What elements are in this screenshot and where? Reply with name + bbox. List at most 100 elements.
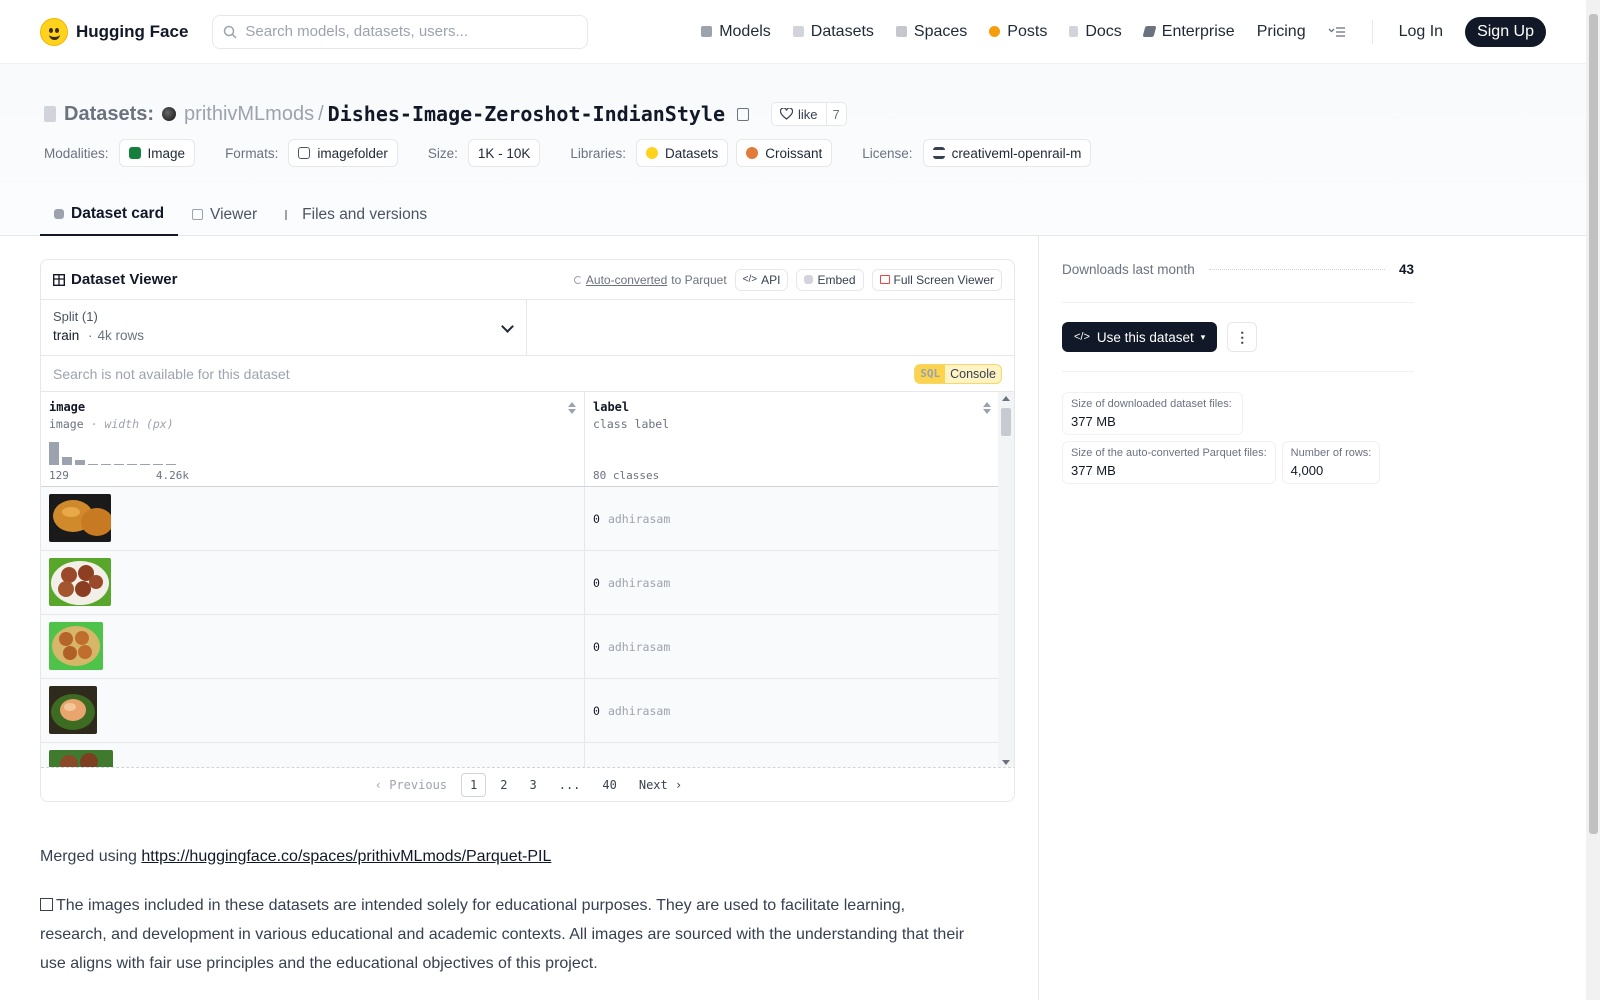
nav-spaces[interactable]: Spaces — [895, 23, 967, 41]
tab-dataset-card[interactable]: Dataset card — [40, 193, 179, 236]
brand-link[interactable]: Hugging Face — [40, 17, 188, 46]
stat-value: 377 MB — [1071, 414, 1116, 429]
auto-converted-note[interactable]: Auto-converted to Parquet — [573, 273, 727, 287]
page-1-button[interactable]: 1 — [461, 772, 487, 797]
page-scroll-thumb[interactable] — [1589, 14, 1598, 834]
nav-pricing[interactable]: Pricing — [1257, 23, 1306, 41]
croissant-icon — [746, 147, 759, 159]
page-40-button[interactable]: 40 — [594, 774, 624, 796]
search-box[interactable] — [212, 14, 589, 49]
search-input[interactable] — [245, 23, 566, 40]
table-scrollbar[interactable] — [998, 392, 1014, 769]
like-label: like — [798, 106, 818, 122]
image-icon — [128, 147, 141, 159]
fullscreen-icon — [879, 275, 890, 284]
histogram-max: 4.26k — [155, 469, 189, 482]
tag-image[interactable]: Image — [118, 139, 196, 167]
dataset-viewer: Dataset Viewer Auto-converted to Parquet … — [40, 259, 1015, 802]
table-row[interactable]: 0 adhirasam — [41, 551, 999, 615]
use-dataset-button[interactable]: </> Use this dataset ▾ — [1062, 322, 1218, 352]
api-button[interactable]: </> API — [734, 268, 789, 291]
more-options-button[interactable]: ⋮ — [1227, 322, 1258, 352]
tab-label: Files and versions — [302, 205, 428, 223]
table-row[interactable]: 0 adhirasam — [41, 615, 999, 679]
nav-label: Posts — [1007, 22, 1048, 40]
table-row[interactable]: 0 adhirasam — [41, 679, 999, 743]
dataset-tabs: Dataset card Viewer Files and versions — [40, 193, 441, 236]
stat-key: Size of downloaded dataset files: — [1071, 398, 1232, 410]
copy-icon[interactable] — [737, 107, 750, 121]
dataset-name[interactable]: Dishes-Image-Zeroshot-IndianStyle — [328, 102, 725, 126]
split-selector[interactable]: Split (1) train · 4k rows — [41, 300, 527, 355]
stat-key: Number of rows: — [1290, 447, 1372, 459]
parquet-pil-link[interactable]: https://huggingface.co/spaces/prithivMLm… — [141, 848, 551, 865]
width-histogram[interactable] — [49, 440, 176, 465]
table-row-partial[interactable] — [41, 743, 999, 769]
food-thumbnail[interactable] — [49, 622, 103, 670]
nav-posts[interactable]: Posts — [989, 23, 1047, 41]
page-ellipsis: ... — [558, 777, 581, 792]
histogram-bar[interactable] — [153, 464, 163, 465]
sql-console-button[interactable]: SQL Console — [914, 363, 1002, 384]
histogram-bar[interactable] — [166, 464, 176, 465]
tag-croissant[interactable]: Croissant — [736, 139, 833, 167]
more-menu-button[interactable] — [1328, 26, 1346, 38]
embed-label: Embed — [817, 272, 856, 287]
histogram-bar[interactable] — [49, 442, 59, 465]
prev-page-button[interactable]: ‹ Previous — [367, 774, 455, 796]
food-thumbnail[interactable] — [49, 558, 111, 606]
next-page-button[interactable]: Next › — [631, 774, 690, 796]
page-scrollbar[interactable] — [1586, 0, 1600, 1000]
tab-files[interactable]: Files and versions — [271, 193, 441, 236]
nav-datasets[interactable]: Datasets — [792, 22, 874, 41]
histogram-bar[interactable] — [114, 464, 124, 465]
class-count: 80 classes — [593, 469, 660, 482]
signup-button[interactable]: Sign Up — [1465, 16, 1546, 47]
tag-imagefolder[interactable]: imagefolder — [288, 139, 398, 167]
sort-icon[interactable] — [568, 402, 576, 414]
disclaimer-paragraph: The images included in these datasets ar… — [40, 891, 970, 978]
sort-icon[interactable] — [983, 402, 991, 414]
embed-button[interactable]: Embed — [796, 268, 864, 291]
scroll-up-icon[interactable] — [1002, 396, 1010, 401]
label-cell: 0 adhirasam — [585, 551, 999, 614]
histogram-bar[interactable] — [101, 464, 111, 465]
nav-models[interactable]: Models — [701, 23, 771, 41]
search-unavailable-text: Search is not available for this dataset — [53, 365, 290, 382]
scroll-thumb[interactable] — [1001, 408, 1011, 436]
downloads-count: 43 — [1398, 261, 1414, 277]
owner-avatar[interactable] — [162, 107, 177, 121]
tag-license[interactable]: creativeml-openrail-m — [922, 139, 1092, 167]
page-2-button[interactable]: 2 — [492, 774, 515, 796]
fullscreen-button[interactable]: Full Screen Viewer — [871, 268, 1002, 291]
owner-link[interactable]: prithivMLmods — [184, 103, 314, 126]
histogram-bar[interactable] — [127, 464, 137, 465]
tab-viewer[interactable]: Viewer — [178, 193, 271, 236]
next-label: Next — [638, 777, 668, 792]
bank-icon — [932, 147, 945, 159]
food-thumbnail[interactable] — [49, 686, 97, 734]
nav-enterprise[interactable]: Enterprise — [1142, 23, 1235, 41]
table-row[interactable]: 0 adhirasam — [41, 487, 999, 551]
nav-docs[interactable]: Docs — [1069, 23, 1122, 41]
tag-datasets-lib[interactable]: Datasets — [635, 139, 729, 167]
nav-label: Datasets — [810, 22, 874, 40]
nav-menu: Models Datasets Spaces Posts Docs Enterp… — [701, 16, 1546, 47]
scroll-down-icon[interactable] — [1002, 760, 1010, 765]
histogram-bar[interactable] — [75, 460, 85, 465]
histogram-bar[interactable] — [62, 457, 72, 465]
login-link[interactable]: Log In — [1399, 23, 1443, 41]
histogram-bar[interactable] — [140, 464, 150, 465]
column-header-image[interactable]: image image · width (px) 129 4.26k — [41, 392, 585, 486]
like-count: 7 — [832, 106, 840, 122]
page-3-button[interactable]: 3 — [521, 774, 544, 796]
tag-size[interactable]: 1K - 10K — [467, 139, 541, 167]
like-button[interactable]: like 7 — [771, 102, 847, 126]
column-header-label[interactable]: label class label 80 classes — [585, 392, 999, 486]
histogram-bar[interactable] — [88, 464, 98, 465]
formats-label: Formats: — [225, 145, 279, 161]
stat-parquet-size: Size of the auto-converted Parquet files… — [1062, 441, 1276, 484]
food-thumbnail[interactable] — [49, 494, 111, 542]
auto-converted-link[interactable]: Auto-converted — [586, 273, 667, 287]
downloads-row: Downloads last month 43 — [1062, 236, 1414, 303]
